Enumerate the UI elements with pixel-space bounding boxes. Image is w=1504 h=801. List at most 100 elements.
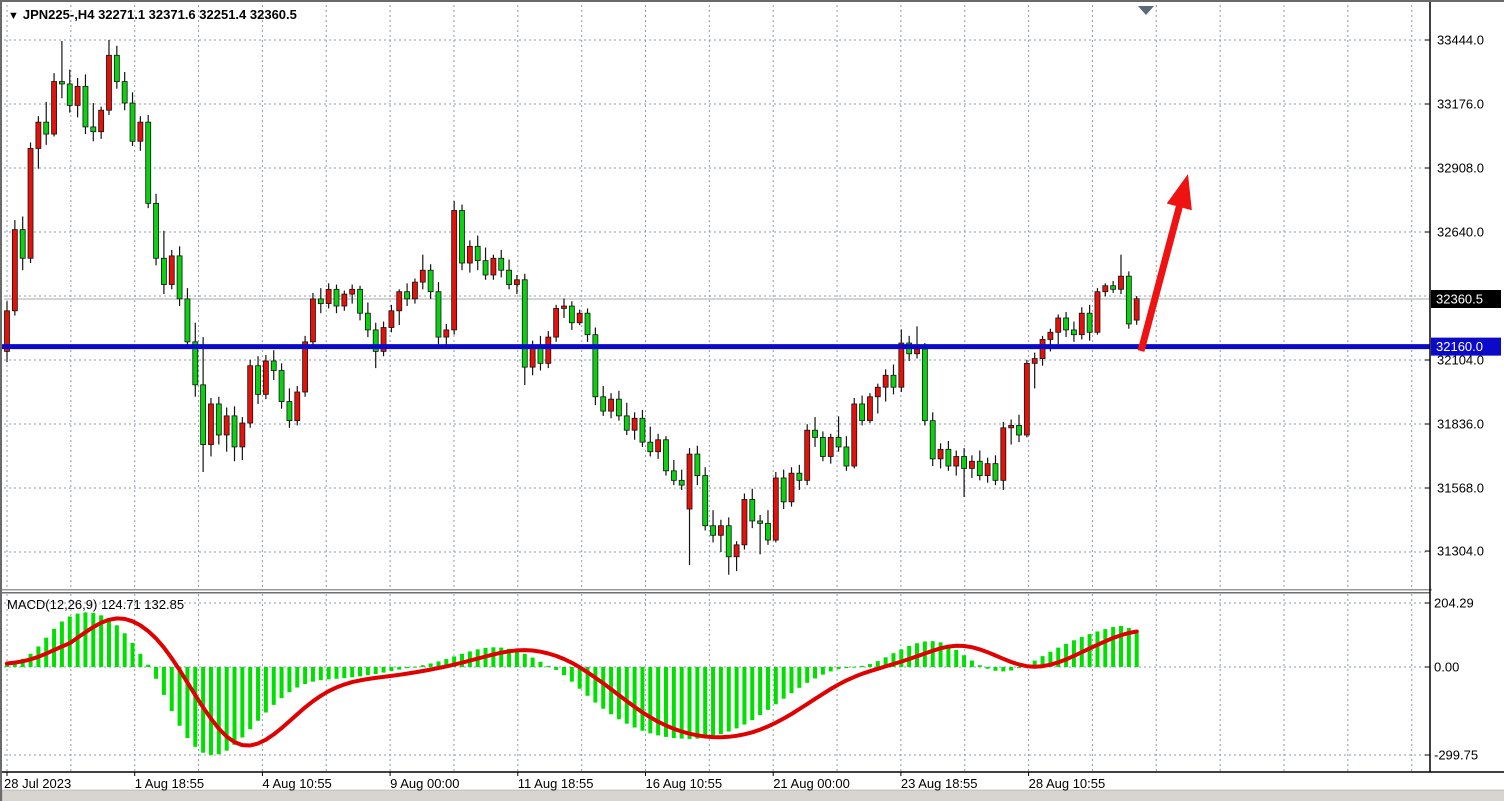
- price-axis-label: 32640.0: [1437, 225, 1484, 240]
- macd-histogram-bar: [766, 667, 770, 710]
- macd-histogram-bar: [821, 667, 825, 675]
- candle-bearish: [334, 289, 339, 306]
- candle-bearish: [436, 292, 441, 337]
- candle-bullish: [1134, 299, 1139, 320]
- candle-bullish: [106, 55, 111, 110]
- candle-bullish: [208, 404, 213, 445]
- candle-bearish: [114, 55, 119, 81]
- candle-bullish: [224, 416, 229, 435]
- trend-arrow-shaft[interactable]: [1141, 201, 1181, 351]
- macd-histogram-bar: [515, 651, 519, 667]
- symbol-dropdown-icon[interactable]: ▼: [8, 10, 19, 22]
- macd-histogram-bar: [413, 667, 417, 668]
- candle-bullish: [350, 289, 355, 294]
- macd-histogram-bar: [727, 667, 731, 732]
- macd-histogram-bar: [287, 667, 291, 692]
- macd-histogram-bar: [625, 667, 629, 724]
- macd-histogram-bar: [554, 667, 558, 670]
- macd-histogram-bar: [83, 612, 87, 667]
- panel-separator-bottom[interactable]: [2, 592, 1430, 594]
- candle-bullish: [883, 375, 888, 387]
- macd-histogram-bar: [154, 667, 158, 679]
- candle-bullish: [1095, 292, 1100, 333]
- candle-bearish: [232, 416, 237, 447]
- candle-bearish: [624, 416, 629, 430]
- macd-histogram-bar: [1111, 627, 1115, 667]
- candle-bearish: [648, 442, 653, 452]
- macd-histogram-bar: [374, 667, 378, 674]
- time-axis-label: 23 Aug 18:55: [901, 776, 978, 791]
- macd-histogram-bar: [131, 643, 135, 667]
- macd-histogram-bar: [311, 667, 315, 682]
- candle-bullish: [875, 387, 880, 397]
- candle-bearish: [507, 270, 512, 284]
- candle-bullish: [561, 306, 566, 308]
- time-axis-label: 4 Aug 10:55: [262, 776, 331, 791]
- candle-bullish: [609, 399, 614, 411]
- candle-bearish: [256, 366, 261, 395]
- macd-axis-label: 0.00: [1434, 660, 1459, 675]
- candle-bearish: [797, 473, 802, 480]
- macd-histogram-bar: [601, 667, 605, 709]
- trend-arrow-head[interactable]: [1167, 174, 1192, 210]
- macd-histogram-bar: [1135, 630, 1139, 667]
- time-axis-label: 16 Aug 10:55: [646, 776, 723, 791]
- macd-values: 124.71 132.85: [101, 597, 184, 612]
- candle-bullish: [12, 230, 17, 311]
- candle-bearish: [405, 292, 410, 299]
- macd-histogram-bar: [264, 667, 268, 713]
- support-level-label: 32160.0: [1436, 339, 1483, 354]
- macd-histogram-bar: [742, 667, 746, 725]
- candle-bearish: [161, 258, 166, 284]
- candle-bearish: [499, 258, 504, 270]
- macd-histogram-bar: [91, 613, 95, 667]
- candle-bullish: [1032, 359, 1037, 364]
- candle-bearish: [1111, 286, 1116, 290]
- macd-histogram-bar: [1095, 631, 1099, 667]
- chart-shift-marker-icon: [1138, 6, 1154, 15]
- price-axis-label: 31568.0: [1437, 481, 1484, 496]
- macd-histogram-bar: [233, 667, 237, 745]
- time-axis-label: 28 Jul 2023: [4, 776, 71, 791]
- candle-bearish: [726, 526, 731, 557]
- candle-bearish: [271, 361, 276, 371]
- candle-bullish: [138, 122, 143, 141]
- candle-bearish: [640, 418, 645, 442]
- price-axis-label: 33176.0: [1437, 97, 1484, 112]
- candle-bullish: [240, 423, 245, 447]
- candle-bearish: [703, 476, 708, 526]
- macd-histogram-bar: [899, 649, 903, 667]
- macd-histogram-bar: [1103, 629, 1107, 667]
- candle-bullish: [295, 392, 300, 421]
- candle-bearish: [185, 299, 190, 342]
- macd-axis-label: -299.75: [1434, 748, 1478, 763]
- macd-histogram-bar: [170, 667, 174, 711]
- candle-bullish: [954, 456, 959, 466]
- candle-bullish: [734, 545, 739, 557]
- candle-bearish: [758, 521, 763, 523]
- macd-histogram-bar: [280, 667, 284, 698]
- candle-bullish: [969, 461, 974, 468]
- candle-bearish: [318, 299, 323, 304]
- candle-bullish: [452, 211, 457, 330]
- macd-signal-line: [7, 618, 1137, 745]
- candle-bullish: [1009, 425, 1014, 427]
- macd-histogram-bar: [703, 667, 707, 738]
- candle-bearish: [813, 430, 818, 437]
- time-axis-label: 1 Aug 18:55: [135, 776, 204, 791]
- macd-histogram-bar: [711, 667, 715, 736]
- candle-bullish: [467, 246, 472, 263]
- macd-histogram-bar: [138, 654, 142, 667]
- candle-bullish: [985, 464, 990, 476]
- macd-histogram-bar: [633, 667, 637, 727]
- candle-bullish: [789, 473, 794, 502]
- candle-bullish: [303, 342, 308, 392]
- macd-histogram-bar: [146, 665, 150, 667]
- candle-bullish: [577, 313, 582, 323]
- macd-histogram-bar: [970, 661, 974, 667]
- candle-bearish: [1017, 425, 1022, 435]
- chart-canvas[interactable]: 33444.033176.032908.032640.032104.031836…: [2, 2, 1504, 801]
- macd-histogram-bar: [303, 667, 307, 684]
- candle-bearish: [1071, 330, 1076, 335]
- macd-histogram-bar: [342, 667, 346, 678]
